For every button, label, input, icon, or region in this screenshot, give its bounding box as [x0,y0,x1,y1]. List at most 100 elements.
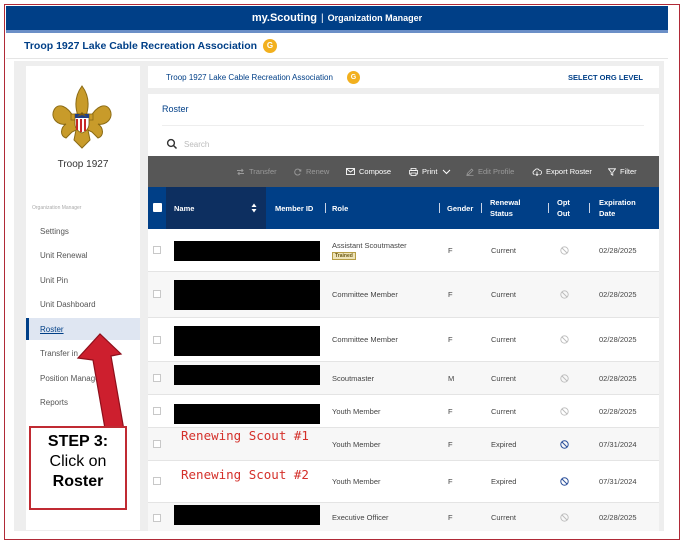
print-button[interactable]: Print [409,156,455,187]
table-row[interactable]: Youth Member F Current 02/28/2025 [148,395,659,428]
row-checkbox[interactable] [153,514,161,522]
row-checkbox[interactable] [153,407,161,415]
row-checkbox[interactable] [153,477,161,485]
brand-separator: | [321,12,324,24]
trained-badge: Trained [332,251,356,260]
renew-icon [294,168,302,175]
role-cell: Committee Member [332,335,398,344]
table-row[interactable]: Scoutmaster M Current 02/28/2025 [148,362,659,395]
filter-button[interactable]: Filter [608,156,637,187]
sidebar-item-unit-dashboard[interactable]: Unit Dashboard [26,293,140,315]
opt-out-cell[interactable] [560,318,569,361]
col-header-renewal-status[interactable]: Renewal Status [490,187,542,229]
row-checkbox[interactable] [153,246,161,254]
table-row[interactable]: Committee Member F Current 02/28/2025 [148,318,659,362]
renew-button[interactable]: Renew [294,156,329,187]
brand-logo[interactable]: my.Scouting [252,12,317,24]
sidebar-item-settings[interactable]: Settings [26,220,140,242]
export-roster-label: Export Roster [546,167,592,176]
row-checkbox[interactable] [153,336,161,344]
col-header-opt-out-label: Opt Out [557,198,570,218]
table-row[interactable]: Assistant Scoutmaster Trained F Current 0… [148,229,659,272]
expiration-cell: 02/28/2025 [599,406,637,416]
status-cell: Current [491,513,517,522]
gender-cell: F [448,335,453,344]
col-header-name[interactable]: Name [174,187,194,229]
select-org-level-link[interactable]: SELECT ORG LEVEL [568,73,643,82]
col-header-name-label: Name [174,203,195,213]
status-cell: Current [491,335,517,344]
col-header-expiration-date-label: Expiration Date [599,198,636,218]
chevron-down-icon [443,169,451,174]
gender-cell: F [448,406,453,416]
status-cell: Current [491,245,517,255]
org-title[interactable]: Troop 1927 Lake Cable Recreation Associa… [24,40,257,52]
opt-out-cell[interactable] [560,272,569,317]
roster-card: Roster Transfer Renew Compose Print Edit… [148,94,659,531]
step-callout-line-2: Click on [49,453,107,470]
gender-cell: F [448,439,453,449]
status-cell: Expired [491,439,517,449]
search-input[interactable] [184,139,484,149]
opt-out-cell[interactable] [560,461,569,502]
role-cell: Youth Member [332,406,381,416]
col-header-expiration-date[interactable]: Expiration Date [599,187,651,229]
role-cell: Executive Officer [332,513,389,522]
sidebar-item-label: Unit Pin [40,275,69,285]
row-checkbox[interactable] [153,374,161,382]
expiration-cell: 02/28/2025 [599,245,637,255]
col-header-gender[interactable]: Gender [447,187,473,229]
search-icon [166,138,178,150]
gender-cell: F [448,245,453,255]
opt-out-icon [560,439,569,449]
main-org-title[interactable]: Troop 1927 Lake Cable Recreation Associa… [166,73,333,82]
opt-out-icon [560,290,569,299]
col-header-opt-out[interactable]: Opt Out [557,187,579,229]
col-header-member-id[interactable]: Member ID [275,187,313,229]
role-cell: Scoutmaster [332,373,375,383]
opt-out-cell[interactable] [560,229,569,271]
compose-label: Compose [359,167,392,176]
table-row[interactable]: Executive Officer F Current 02/28/2025 [148,503,659,531]
opt-out-cell[interactable] [560,428,569,460]
export-roster-button[interactable]: Export Roster [532,156,592,187]
edit-profile-button[interactable]: Edit Profile [466,156,514,187]
step-callout-line-1: STEP 3: [47,433,109,450]
select-all-checkbox[interactable] [153,203,162,212]
opt-out-cell[interactable] [560,395,569,427]
row-checkbox[interactable] [153,440,161,448]
step-callout-line-3: Roster [52,473,104,490]
expiration-cell: 02/28/2025 [599,513,637,522]
search-bar [166,136,636,152]
main-org-level-badge: G [346,70,360,84]
table-row[interactable]: Committee Member F Current 02/28/2025 [148,272,659,318]
main-org-bar: Troop 1927 Lake Cable Recreation Associa… [148,66,659,88]
col-header-renewal-status-label: Renewal Status [490,198,521,218]
transfer-button[interactable]: Transfer [236,156,277,187]
renewing-scout-1-label: Renewing Scout #1 [181,428,309,443]
sidebar-item-unit-pin[interactable]: Unit Pin [26,269,140,291]
status-cell: Expired [491,477,517,486]
redacted-name [174,365,320,385]
col-header-role[interactable]: Role [332,187,348,229]
expiration-cell: 02/28/2025 [599,373,637,383]
gender-cell: F [448,477,453,486]
opt-out-cell[interactable] [560,362,569,394]
col-header-role-label: Role [332,203,349,213]
role-cell: Youth Member [332,477,381,486]
row-checkbox[interactable] [153,290,161,298]
sidebar-item-unit-renewal[interactable]: Unit Renewal [26,244,140,266]
org-bar: Troop 1927 Lake Cable Recreation Associa… [6,33,668,59]
mail-icon [346,168,355,175]
gender-cell: F [448,290,453,299]
status-cell: Current [491,373,517,383]
compose-button[interactable]: Compose [346,156,391,187]
redacted-name [174,505,320,525]
header-separator [481,203,482,213]
sort-icon[interactable] [251,203,257,213]
renewing-scout-2-label: Renewing Scout #2 [181,467,309,482]
opt-out-icon [560,373,569,383]
opt-out-cell[interactable] [560,503,569,531]
expiration-cell: 02/28/2025 [599,335,637,344]
redacted-name [174,280,320,310]
